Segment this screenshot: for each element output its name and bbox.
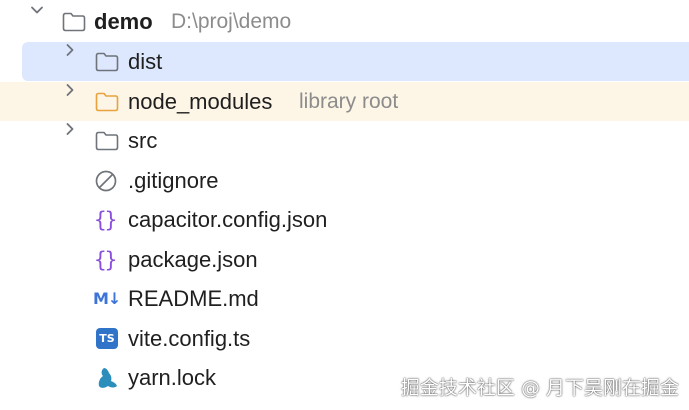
tree-item-label: yarn.lock [128,364,217,390]
tree-item-label: capacitor.config.json [128,206,328,232]
tree-item-label: README.md [128,285,259,311]
root-folder-name: demo [94,8,153,34]
tree-item-label: .gitignore [128,167,219,193]
typescript-icon: TS [96,328,118,349]
folder-icon [62,2,86,41]
tree-row-capacitor-config[interactable]: {} capacitor.config.json [0,200,689,239]
tree-item-label: src [128,127,158,153]
folder-orange-icon [95,82,119,121]
chevron-right-icon[interactable] [62,82,78,98]
project-tree: demo D:\proj\demo dist node_modules libr… [0,0,689,410]
tree-row-readme[interactable]: M↓ README.md [0,279,689,318]
folder-icon [95,121,119,160]
yarn-icon [95,358,119,397]
chevron-down-icon[interactable] [29,2,45,18]
folder-icon [95,42,119,81]
watermark-text: 掘金技术社区 @ 月下吴刚在掘金 [400,377,679,399]
tree-item-label: vite.config.ts [128,325,251,351]
tree-item-label: package.json [128,246,258,272]
tree-row-root[interactable]: demo D:\proj\demo [0,2,689,41]
tree-row-gitignore[interactable]: .gitignore [0,161,689,200]
markdown-icon: M↓ [93,289,121,308]
tree-row-node-modules[interactable]: node_modules library root [0,82,689,121]
tree-item-label: dist [128,48,163,74]
json-icon: {} [94,247,117,272]
tree-row-vite-config[interactable]: TS vite.config.ts [0,319,689,358]
tree-row-package-json[interactable]: {} package.json [0,240,689,279]
root-folder-path: D:\proj\demo [171,9,292,33]
library-root-hint: library root [299,89,399,113]
ignore-file-icon [95,161,117,200]
tree-row-dist[interactable]: dist [22,42,689,81]
json-icon: {} [94,207,117,232]
tree-row-src[interactable]: src [0,121,689,160]
chevron-right-icon[interactable] [62,121,78,137]
chevron-right-icon[interactable] [62,42,78,58]
typescript-icon-wrap: TS [96,319,118,358]
tree-item-label: node_modules [128,88,273,114]
